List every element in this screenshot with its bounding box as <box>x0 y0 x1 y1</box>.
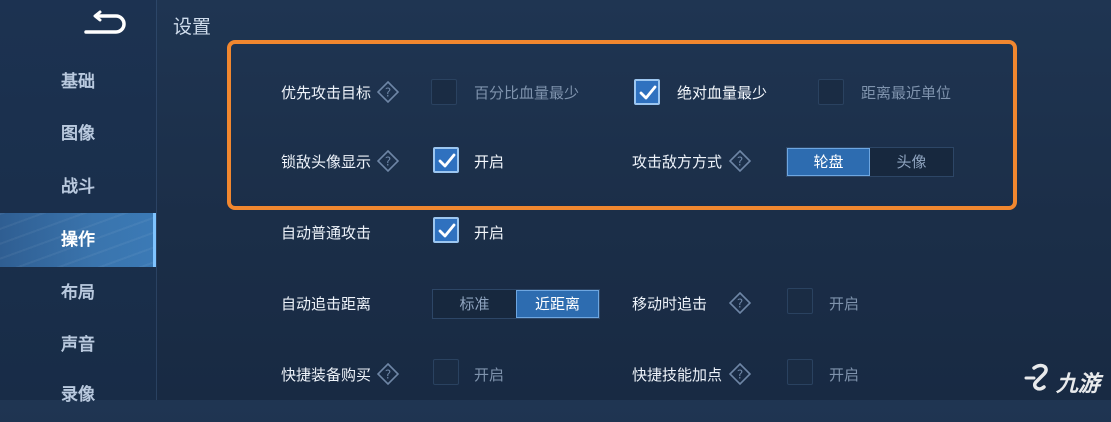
attack-mode-label: 攻击敌方方式 <box>632 153 723 171</box>
segment-close-range[interactable]: 近距离 <box>516 290 599 318</box>
help-icon[interactable] <box>729 292 751 314</box>
lock-avatar-label: 锁敌头像显示 <box>281 153 372 171</box>
sidebar-item-label: 声音 <box>61 335 95 355</box>
sidebar-item-layout[interactable]: 布局 <box>0 266 156 320</box>
quick-skill-label: 快捷技能加点 <box>632 366 723 384</box>
auto-attack-label: 自动普通攻击 <box>281 224 372 242</box>
checkbox-quick-skill[interactable] <box>787 359 813 385</box>
sidebar-item-label: 基础 <box>61 72 95 92</box>
checkbox-nearest-unit[interactable] <box>818 79 844 105</box>
checkbox-quick-buy[interactable] <box>433 359 459 385</box>
sidebar-item-basic[interactable]: 基础 <box>0 55 156 109</box>
sidebar-item-label: 图像 <box>61 124 95 144</box>
sidebar-item-label: 战斗 <box>61 177 95 197</box>
sidebar-item-replay[interactable]: 录像 <box>0 368 156 422</box>
option-quick-skill-on: 开启 <box>829 366 860 384</box>
sidebar-item-sound[interactable]: 声音 <box>0 318 156 372</box>
priority-target-label: 优先攻击目标 <box>281 84 372 102</box>
option-nearest-unit: 距离最近单位 <box>861 84 952 102</box>
sidebar-item-label: 录像 <box>61 385 95 405</box>
back-arrow-icon[interactable] <box>82 10 130 40</box>
option-quick-buy-on: 开启 <box>474 366 505 384</box>
checkbox-lock-avatar[interactable] <box>433 147 459 173</box>
help-icon[interactable] <box>377 81 399 103</box>
check-icon <box>438 223 456 238</box>
check-icon <box>639 85 657 100</box>
checkbox-absolute-hp[interactable] <box>634 79 660 105</box>
sidebar-item-label: 布局 <box>61 283 95 303</box>
option-auto-attack-on: 开启 <box>474 224 505 242</box>
help-icon[interactable] <box>729 363 751 385</box>
page-title: 设置 <box>173 16 212 38</box>
sidebar: 基础 图像 战斗 操作 布局 声音 录像 <box>0 0 157 405</box>
chase-distance-segmented: 标准 近距离 <box>432 289 600 319</box>
segment-wheel[interactable]: 轮盘 <box>787 148 870 176</box>
option-lock-avatar-on: 开启 <box>474 153 505 171</box>
sidebar-item-label: 操作 <box>61 230 95 250</box>
segment-avatar[interactable]: 头像 <box>870 148 953 176</box>
help-icon[interactable] <box>377 363 399 385</box>
option-absolute-hp: 绝对血量最少 <box>677 84 768 102</box>
highlight-box <box>227 40 1017 210</box>
chase-distance-label: 自动追击距离 <box>281 295 372 313</box>
option-percent-hp: 百分比血量最少 <box>474 84 580 102</box>
sidebar-item-combat[interactable]: 战斗 <box>0 160 156 214</box>
help-icon[interactable] <box>729 150 751 172</box>
help-icon[interactable] <box>377 150 399 172</box>
move-chase-label: 移动时追击 <box>632 295 708 313</box>
checkbox-auto-attack[interactable] <box>433 217 459 243</box>
checkbox-move-chase[interactable] <box>787 288 813 314</box>
watermark-text: 九游 <box>1056 372 1101 397</box>
checkbox-percent-hp[interactable] <box>431 79 457 105</box>
attack-mode-segmented: 轮盘 头像 <box>786 147 954 177</box>
check-icon <box>438 153 456 168</box>
watermark-logo: 九游 <box>1020 360 1110 400</box>
option-move-chase-on: 开启 <box>829 295 860 313</box>
sidebar-item-controls[interactable]: 操作 <box>0 213 156 267</box>
quick-buy-label: 快捷装备购买 <box>281 366 372 384</box>
segment-standard[interactable]: 标准 <box>433 290 516 318</box>
sidebar-item-graphics[interactable]: 图像 <box>0 107 156 161</box>
